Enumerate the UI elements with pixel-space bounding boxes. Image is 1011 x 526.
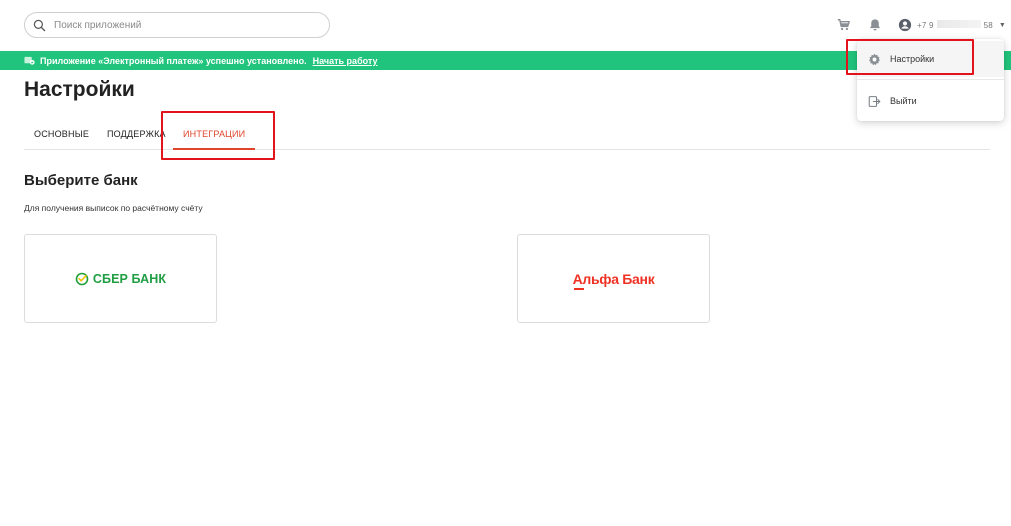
- settings-page: +7 958 ▼ Приложение «Электронный платеж»…: [0, 0, 1011, 526]
- search-input[interactable]: [54, 19, 314, 31]
- section-subtitle: Для получения выписок по расчётному счёт…: [24, 203, 203, 213]
- sber-logo: СБЕР БАНК: [75, 272, 166, 286]
- user-menu-toggle[interactable]: +7 9 58 ▼: [898, 16, 1006, 34]
- menu-divider: [857, 79, 1004, 80]
- menu-item-settings[interactable]: Настройки: [857, 41, 1004, 77]
- page-title: Настройки: [24, 78, 135, 101]
- bank-name: Альфа Банк: [572, 270, 655, 287]
- menu-item-logout[interactable]: Выйти: [857, 83, 1004, 119]
- alfa-logo: Альфа Банк: [572, 270, 655, 290]
- tab-basic[interactable]: ОСНОВНЫЕ: [34, 129, 89, 139]
- bank-name: СБЕР БАНК: [92, 271, 167, 286]
- bell-icon[interactable]: [867, 17, 883, 33]
- tab-support[interactable]: ПОДДЕРЖКА: [107, 129, 166, 139]
- start-work-link[interactable]: Начать работу: [313, 56, 378, 66]
- sber-check-icon: [75, 272, 89, 285]
- search-box[interactable]: [24, 12, 330, 38]
- caret-down-icon: ▼: [998, 21, 1006, 29]
- user-icon: [898, 18, 912, 32]
- alfa-underline: [573, 287, 584, 290]
- user-dropdown-menu: Настройки Выйти: [857, 39, 1004, 121]
- banner-message: Приложение «Электронный платеж» успешно …: [40, 55, 307, 66]
- app-installed-icon: [24, 55, 35, 66]
- bank-card-alfa[interactable]: Альфа Банк: [517, 234, 710, 323]
- section-title: Выберите банк: [24, 172, 138, 189]
- menu-item-label: Выйти: [890, 96, 917, 106]
- logout-icon: [868, 95, 881, 107]
- cart-icon[interactable]: [836, 17, 852, 33]
- menu-item-label: Настройки: [890, 54, 935, 64]
- tabs-bar: ОСНОВНЫЕ ПОДДЕРЖКА ИНТЕГРАЦИИ: [24, 118, 990, 150]
- tab-integrations[interactable]: ИНТЕГРАЦИИ: [183, 129, 245, 139]
- active-tab-indicator: [173, 148, 255, 150]
- user-phone: +7 9 58: [917, 20, 993, 30]
- gear-icon: [868, 53, 881, 65]
- bank-card-sber[interactable]: СБЕР БАНК: [24, 234, 217, 323]
- phone-mask: [936, 20, 981, 28]
- search-icon: [33, 19, 46, 31]
